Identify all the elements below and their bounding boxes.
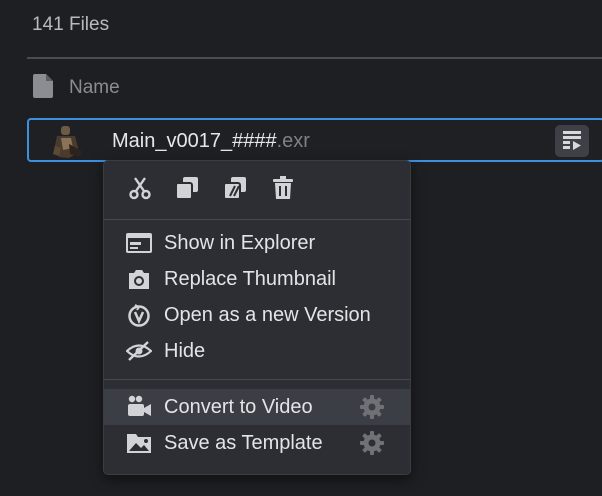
menu-item-label: Hide [164, 340, 206, 362]
convert-settings-gear-icon[interactable] [359, 394, 385, 420]
menu-item-hide[interactable]: Hide [104, 333, 410, 369]
file-name[interactable]: Main_v0017_####.exr [112, 130, 310, 153]
eye-slash-icon [126, 338, 152, 364]
menu-toolbar [104, 161, 410, 219]
file-thumbnail[interactable] [49, 124, 85, 160]
version-icon [126, 302, 152, 328]
menu-item-save-as-template[interactable]: Save as Template [104, 425, 410, 461]
explorer-icon [126, 230, 152, 256]
menu-item-label: Open as a new Version [164, 304, 371, 326]
menu-item-show-in-explorer[interactable]: Show in Explorer [104, 225, 410, 261]
file-row[interactable]: Main_v0017_####.exr [27, 118, 602, 162]
trash-icon [272, 175, 294, 205]
menu-item-convert-to-video[interactable]: Convert to Video [104, 389, 410, 425]
file-extension: .exr [276, 130, 310, 152]
menu-item-replace-thumbnail[interactable]: Replace Thumbnail [104, 261, 410, 297]
header-divider [27, 57, 602, 59]
menu-item-label: Save as Template [164, 432, 323, 454]
template-folder-icon [126, 430, 152, 456]
menu-separator [104, 219, 410, 220]
file-base-name: Main_v0017_#### [112, 130, 277, 152]
play-sequence-button[interactable] [555, 125, 589, 157]
copy-icon [175, 176, 199, 205]
scissors-icon [128, 176, 152, 205]
menu-item-open-as-new-version[interactable]: Open as a new Version [104, 297, 410, 333]
camera-icon [126, 266, 152, 292]
rename-icon [223, 176, 247, 205]
menu-separator [104, 379, 410, 380]
file-count: 141 Files [32, 14, 110, 35]
context-menu: Show in Explorer Replace Thumbnail Open … [103, 160, 411, 475]
name-column-label: Name [69, 77, 120, 98]
name-column-header[interactable]: Name [33, 73, 120, 103]
rename-button[interactable] [221, 176, 249, 204]
menu-item-label: Show in Explorer [164, 232, 316, 254]
menu-item-label: Replace Thumbnail [164, 268, 336, 290]
delete-button[interactable] [269, 175, 297, 205]
copy-button[interactable] [173, 176, 201, 204]
file-icon [33, 73, 53, 103]
video-camera-icon [126, 394, 152, 420]
sequence-play-icon [561, 128, 583, 155]
template-settings-gear-icon[interactable] [359, 430, 385, 456]
cut-button[interactable] [126, 176, 154, 204]
menu-item-label: Convert to Video [164, 396, 313, 418]
